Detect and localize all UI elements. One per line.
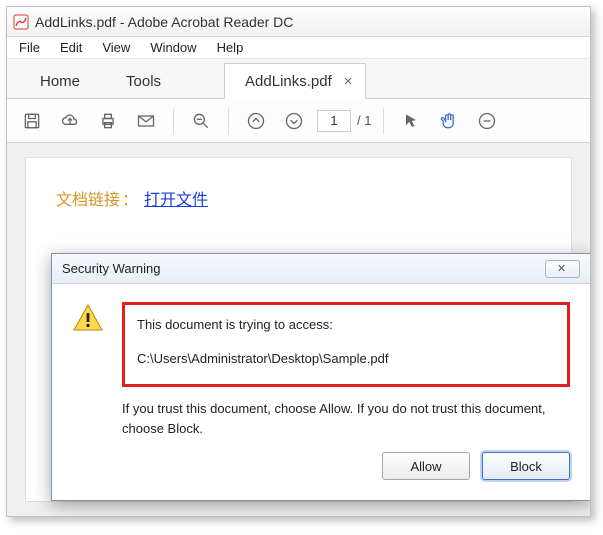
menu-file[interactable]: File [11, 38, 48, 57]
dialog-title: Security Warning [62, 261, 161, 276]
tab-document-label: AddLinks.pdf [245, 73, 332, 90]
dialog-body: This document is trying to access: C:\Us… [52, 284, 590, 452]
save-icon[interactable] [17, 106, 47, 136]
tab-bar: Home Tools AddLinks.pdf × [7, 59, 590, 99]
dialog-message: This document is trying to access: C:\Us… [122, 302, 570, 438]
tab-home[interactable]: Home [17, 62, 103, 99]
zoom-icon[interactable] [186, 106, 216, 136]
zoom-out-icon[interactable] [472, 106, 502, 136]
window-title: AddLinks.pdf - Adobe Acrobat Reader DC [35, 14, 293, 30]
pointer-icon[interactable] [396, 106, 426, 136]
link-label: 文档链接 [56, 192, 120, 209]
tab-tools[interactable]: Tools [103, 62, 184, 99]
highlight-box: This document is trying to access: C:\Us… [122, 302, 570, 387]
menu-window[interactable]: Window [142, 38, 204, 57]
email-icon[interactable] [131, 106, 161, 136]
toolbar: / 1 [7, 99, 590, 143]
link-colon: ： [120, 192, 144, 209]
menubar: File Edit View Window Help [7, 37, 590, 59]
tab-close-icon[interactable]: × [344, 73, 353, 90]
dialog-close-button[interactable]: ✕ [545, 260, 580, 278]
menu-view[interactable]: View [94, 38, 138, 57]
open-file-link[interactable]: 打开文件 [144, 192, 208, 209]
cloud-upload-icon[interactable] [55, 106, 85, 136]
close-icon: ✕ [557, 262, 568, 275]
block-button[interactable]: Block [482, 452, 570, 480]
print-icon[interactable] [93, 106, 123, 136]
titlebar: AddLinks.pdf - Adobe Acrobat Reader DC [7, 7, 590, 37]
app-icon [13, 14, 29, 30]
menu-edit[interactable]: Edit [52, 38, 90, 57]
hand-icon[interactable] [434, 106, 464, 136]
page-current-input[interactable] [317, 110, 351, 132]
document-link-line: 文档链接：打开文件 [56, 186, 541, 210]
access-message: This document is trying to access: [137, 315, 555, 335]
target-path: C:\Users\Administrator\Desktop\Sample.pd… [137, 349, 555, 369]
warning-icon [72, 302, 104, 438]
dialog-titlebar: Security Warning ✕ [52, 254, 590, 284]
dialog-buttons: Allow Block [52, 452, 590, 500]
security-warning-dialog: Security Warning ✕ This document is tryi… [51, 253, 591, 501]
page-indicator: / 1 [317, 110, 371, 132]
page-total: / 1 [357, 113, 371, 128]
page-down-icon[interactable] [279, 106, 309, 136]
allow-button[interactable]: Allow [382, 452, 470, 480]
menu-help[interactable]: Help [209, 38, 252, 57]
tab-document[interactable]: AddLinks.pdf × [224, 63, 366, 99]
trust-message: If you trust this document, choose Allow… [122, 399, 570, 438]
page-up-icon[interactable] [241, 106, 271, 136]
app-window: AddLinks.pdf - Adobe Acrobat Reader DC F… [6, 6, 591, 517]
